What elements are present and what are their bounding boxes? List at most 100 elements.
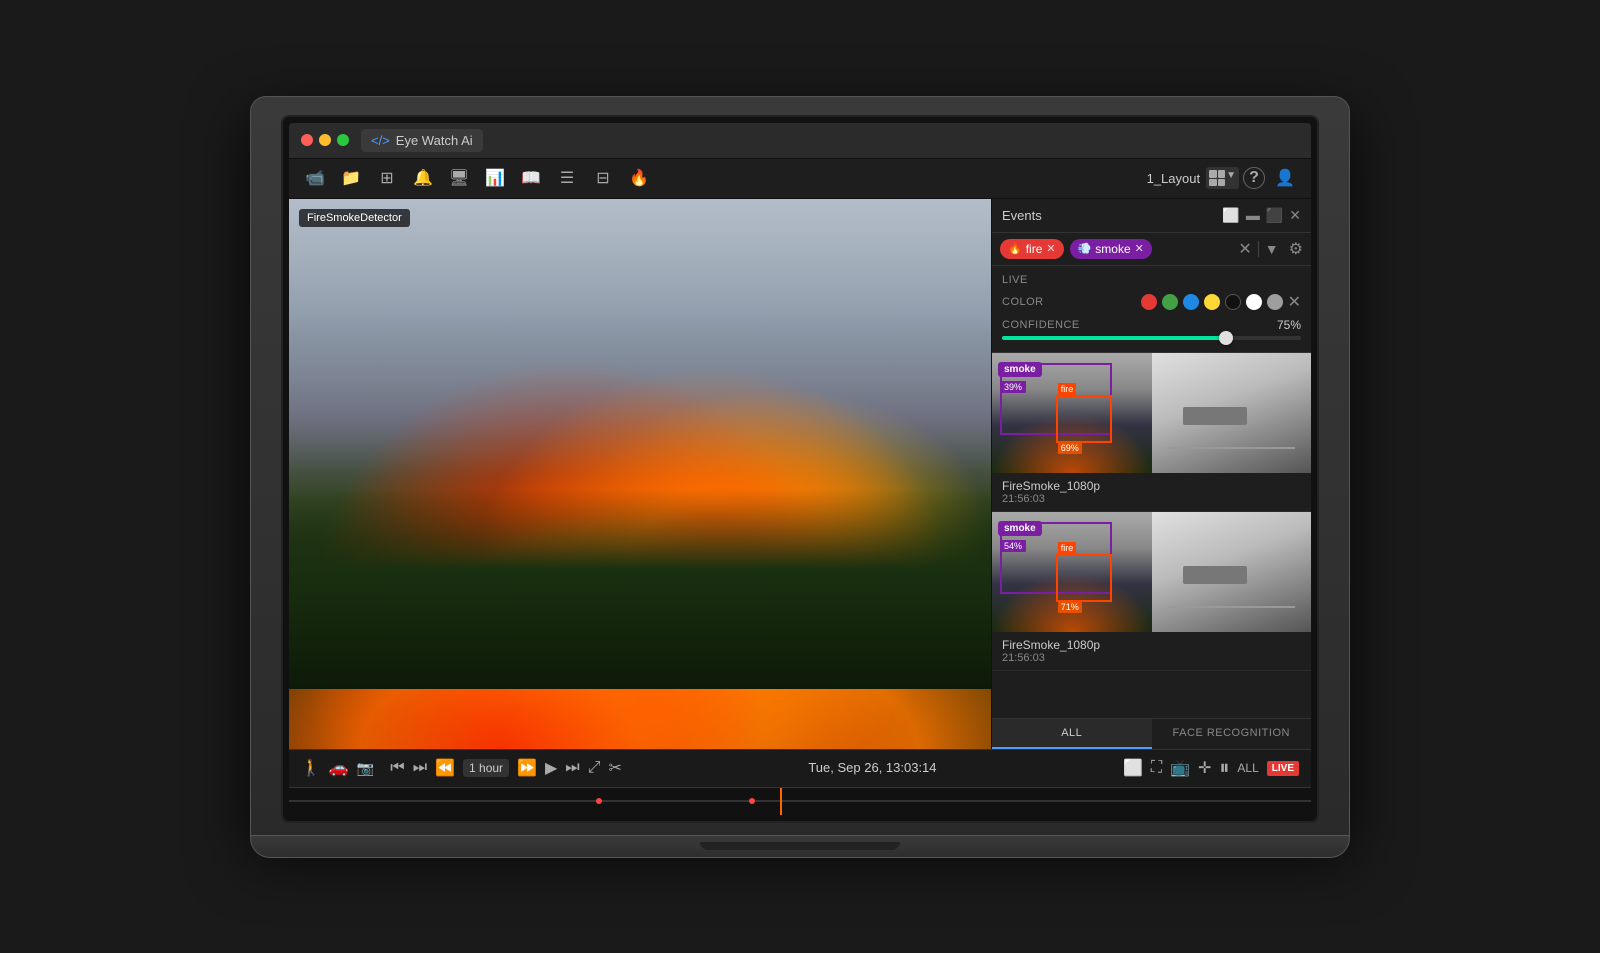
- cut-icon[interactable]: ✂: [609, 758, 622, 778]
- filter-tag-smoke[interactable]: 💨 smoke ✕: [1070, 239, 1152, 259]
- next-frame-icon[interactable]: ▶: [545, 758, 557, 778]
- layout-label: 1_Layout: [1147, 171, 1201, 186]
- video-panel: FireSmokeDetector: [289, 199, 991, 749]
- color-dot-white[interactable]: [1246, 294, 1262, 310]
- main-area: FireSmokeDetector Events ⬜ ▬ ⬛ ✕: [289, 199, 1311, 749]
- color-dot-green[interactable]: [1162, 294, 1178, 310]
- minimize-button[interactable]: [319, 134, 331, 146]
- trees-overlay: [289, 489, 991, 689]
- toolbar: 📹 📁 ⊞ 🔔 🖥 📊 📖 ☰ ⊟ 🔥 1_Layout: [289, 159, 1311, 199]
- events-list: fire 69%: [992, 353, 1311, 718]
- app-title: </> Eye Watch Ai: [361, 129, 483, 152]
- laptop-base: [250, 836, 1350, 858]
- toolbar-chart-icon[interactable]: 📊: [479, 162, 511, 194]
- event-smoke-conf-2: 54%: [1000, 540, 1026, 552]
- window-icon[interactable]: ⬜: [1222, 207, 1239, 224]
- close-panel-icon[interactable]: ✕: [1289, 207, 1301, 224]
- remove-fire-filter[interactable]: ✕: [1046, 242, 1055, 255]
- toolbar-grid-icon[interactable]: ⊞: [371, 162, 403, 194]
- toolbar-camera-icon[interactable]: 📹: [299, 162, 331, 194]
- toolbar-layout-icon[interactable]: ⊟: [587, 162, 619, 194]
- event-card-2[interactable]: fire 71%: [992, 512, 1311, 671]
- color-filter-clear[interactable]: ✕: [1288, 292, 1301, 312]
- filter-fire-label: fire: [1026, 242, 1043, 256]
- pip-icon[interactable]: 📺: [1170, 758, 1190, 778]
- events-title: Events: [1002, 208, 1042, 223]
- crosshair-icon[interactable]: ✛: [1198, 758, 1211, 778]
- filter-expand-button[interactable]: ▼: [1258, 241, 1279, 257]
- filter-clear-button[interactable]: ✕: [1238, 239, 1251, 259]
- toolbar-folder-icon[interactable]: 📁: [335, 162, 367, 194]
- video-controls-bar: 🚶 🚗 📷 ⏮ ⏭ ⏪ 1 hour ⏩ ▶ ⏭ ⤢ ✂ Tue, Sep 26: [289, 749, 1311, 787]
- confidence-label: CONFIDENCE: [1002, 319, 1080, 331]
- vehicle-detection-icon[interactable]: 🚗: [329, 758, 349, 778]
- filter-tag-fire[interactable]: 🔥 fire ✕: [1000, 239, 1064, 259]
- camera-icon[interactable]: 📷: [357, 760, 374, 777]
- traffic-lights: [301, 134, 349, 146]
- prev-frame-icon[interactable]: ⏮: [390, 759, 404, 777]
- toolbar-bell-icon[interactable]: 🔔: [407, 162, 439, 194]
- close-button[interactable]: [301, 134, 313, 146]
- smoke-overlay: [289, 199, 991, 474]
- rewind-icon[interactable]: ⏪: [435, 758, 455, 778]
- skip-end-icon[interactable]: ⏭: [565, 759, 579, 777]
- fullscreen-icon[interactable]: ⛶: [1151, 759, 1162, 777]
- prev-icon[interactable]: ⏭: [413, 759, 427, 777]
- event-thumbnail-2: fire 71%: [992, 512, 1311, 632]
- maximize-button[interactable]: [337, 134, 349, 146]
- remove-smoke-filter[interactable]: ✕: [1135, 242, 1144, 255]
- events-header: Events ⬜ ▬ ⬛ ✕: [992, 199, 1311, 233]
- event-time-1: 21:56:03: [1002, 493, 1301, 505]
- filter-settings-icon[interactable]: ⚙: [1289, 239, 1303, 259]
- color-dot-gray[interactable]: [1267, 294, 1283, 310]
- tab-face-recognition[interactable]: FACE RECOGNITION: [1152, 719, 1312, 749]
- layout-selector[interactable]: 1_Layout ▼: [1147, 167, 1239, 189]
- event-smoke-tag-2: smoke: [998, 518, 1042, 536]
- event-camera-2: FireSmoke_1080p: [1002, 638, 1301, 652]
- confidence-value: 75%: [1277, 318, 1301, 332]
- toolbar-help-icon[interactable]: ?: [1243, 167, 1265, 189]
- color-dot-red[interactable]: [1141, 294, 1157, 310]
- events-header-icons: ⬜ ▬ ⬛ ✕: [1222, 207, 1301, 224]
- timeline[interactable]: [289, 787, 1311, 815]
- app-title-text: Eye Watch Ai: [396, 133, 473, 148]
- laptop-container: </> Eye Watch Ai 📹 📁 ⊞ 🔔 🖥 📊 📖 ☰ ⊟ 🔥: [250, 96, 1350, 858]
- event-info-1: FireSmoke_1080p 21:56:03: [992, 473, 1311, 511]
- motion-detection-icon[interactable]: 🚶: [301, 758, 321, 778]
- toolbar-menu-icon[interactable]: ☰: [551, 162, 583, 194]
- pause-icon[interactable]: ⏸: [1219, 757, 1229, 780]
- event-info-2: FireSmoke_1080p 21:56:03: [992, 632, 1311, 670]
- color-label: COLOR: [1002, 296, 1044, 308]
- event-card[interactable]: fire 69%: [992, 353, 1311, 512]
- minimize-panel-icon[interactable]: ▬: [1246, 207, 1260, 223]
- confidence-slider[interactable]: [1002, 336, 1301, 340]
- filter-bar: 🔥 fire ✕ 💨 smoke ✕ ✕ ▼ ⚙: [992, 233, 1311, 266]
- color-dot-black[interactable]: [1225, 294, 1241, 310]
- event-smoke-tag-1: smoke: [998, 359, 1042, 377]
- confidence-fill: [1002, 336, 1226, 340]
- event-thumbnail-1: fire 69%: [992, 353, 1311, 473]
- timeline-cursor: [780, 788, 782, 815]
- toolbar-user-icon[interactable]: 👤: [1269, 162, 1301, 194]
- fast-forward-icon[interactable]: ⏩: [517, 758, 537, 778]
- toolbar-book-icon[interactable]: 📖: [515, 162, 547, 194]
- timeline-event-2: [749, 798, 755, 804]
- confidence-thumb[interactable]: [1219, 331, 1233, 345]
- color-dot-yellow[interactable]: [1204, 294, 1220, 310]
- fit-icon[interactable]: ⤢: [588, 759, 601, 777]
- toolbar-flame-icon[interactable]: 🔥: [623, 162, 655, 194]
- live-filter-row: LIVE: [1002, 274, 1301, 286]
- playback-speed-label[interactable]: 1 hour: [463, 759, 509, 777]
- color-dot-blue[interactable]: [1183, 294, 1199, 310]
- filters-section: LIVE COLOR: [992, 266, 1311, 353]
- toolbar-display-icon[interactable]: 🖥: [443, 162, 475, 194]
- tab-all[interactable]: ALL: [992, 719, 1152, 749]
- expand-panel-icon[interactable]: ⬛: [1266, 207, 1283, 224]
- filter-smoke-label: smoke: [1095, 242, 1130, 256]
- time-display: Tue, Sep 26, 13:03:14: [630, 759, 1115, 777]
- camera-label: FireSmokeDetector: [299, 209, 410, 227]
- color-filter-row: COLOR ✕: [1002, 292, 1301, 312]
- laptop-body: </> Eye Watch Ai 📹 📁 ⊞ 🔔 🖥 📊 📖 ☰ ⊟ 🔥: [250, 96, 1350, 836]
- screen-ratio-icon[interactable]: ⬜: [1123, 758, 1143, 778]
- live-badge: LIVE: [1267, 761, 1299, 776]
